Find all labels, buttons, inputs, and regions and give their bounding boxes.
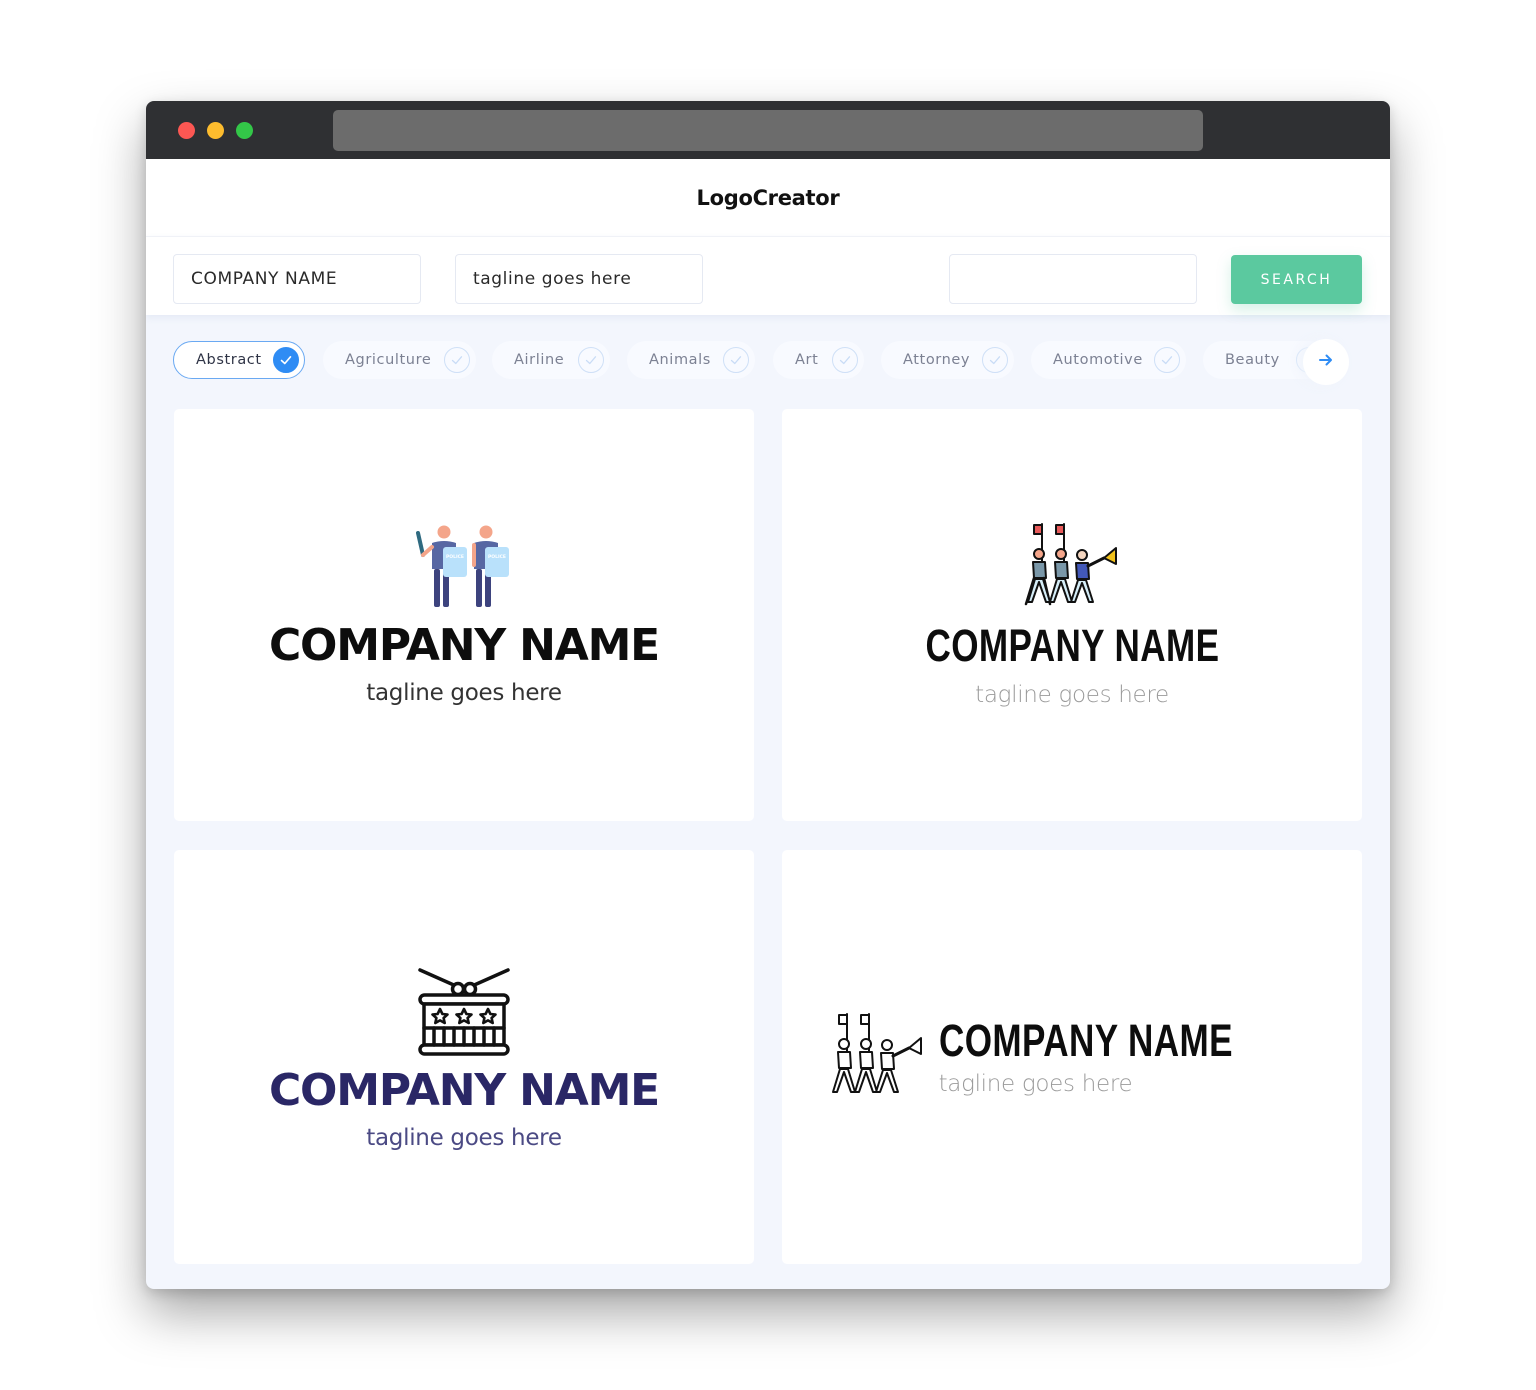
check-icon [723,347,749,373]
category-label: Agriculture [345,352,432,368]
category-label: Attorney [903,352,971,368]
brand-logo[interactable]: LogoCreator [697,186,840,210]
category-label: Abstract [196,352,262,368]
browser-window: LogoCreator COMPANY NAME tagline goes he… [146,101,1390,1289]
title-bar [146,101,1390,159]
check-icon [578,347,604,373]
check-icon [444,347,470,373]
company-name-text: COMPANY NAME [938,1014,1233,1066]
tagline-text: tagline goes here [938,1070,1133,1097]
marching-band-color-icon [1024,522,1120,613]
address-bar[interactable] [333,110,1203,151]
category-label: Art [795,352,819,368]
logo-lockup: COMPANY NAME tagline goes here [829,1012,1316,1103]
company-name-text: COMPANY NAME [268,619,660,671]
category-label: Beauty [1225,352,1280,368]
app-header: LogoCreator [146,159,1390,236]
category-label: Animals [649,352,711,368]
category-chip-abstract[interactable]: Abstract [173,341,305,379]
check-icon [982,347,1008,373]
category-label: Automotive [1053,352,1143,368]
svg-text:POLICE: POLICE [488,554,506,560]
riot-police-icon: POLICE POLICE [414,525,514,614]
category-chip-art[interactable]: Art [773,341,864,379]
snare-drum-icon [416,964,512,1061]
marching-band-outline-icon [829,1012,925,1103]
category-filter-bar: Abstract Agriculture Airline Animals Art [146,339,1390,385]
close-window-button[interactable] [178,122,195,139]
keyword-input[interactable] [949,254,1197,304]
logo-card[interactable]: COMPANY NAME tagline goes here [782,409,1362,821]
logo-card[interactable]: POLICE POLICE COMPANY NAME tagline goes … [174,409,754,821]
category-chip-automotive[interactable]: Automotive [1031,341,1186,379]
svg-text:POLICE: POLICE [446,554,464,560]
check-icon [1154,347,1180,373]
logo-card[interactable]: COMPANY NAME tagline goes here [782,850,1362,1264]
category-chip-agriculture[interactable]: Agriculture [323,341,476,379]
logo-card[interactable]: COMPANY NAME tagline goes here [174,850,754,1264]
maximize-window-button[interactable] [236,122,253,139]
category-chip-airline[interactable]: Airline [492,341,610,379]
check-icon [273,347,299,373]
company-name-text: COMPANY NAME [925,620,1219,671]
tagline-text: tagline goes here [975,682,1169,708]
company-name-input[interactable]: COMPANY NAME [173,254,421,304]
tagline-text: tagline goes here [366,679,562,706]
category-chip-animals[interactable]: Animals [627,341,755,379]
tagline-text: tagline goes here [366,1124,562,1151]
tagline-input[interactable]: tagline goes here [455,254,703,304]
category-label: Airline [514,352,565,368]
check-icon [832,347,858,373]
minimize-window-button[interactable] [207,122,224,139]
category-chip-attorney[interactable]: Attorney [881,341,1014,379]
search-button[interactable]: SEARCH [1231,255,1362,304]
scroll-categories-next-button[interactable] [1303,339,1349,385]
logo-text-block: COMPANY NAME tagline goes here [939,1018,1316,1097]
company-name-text: COMPANY NAME [268,1064,660,1116]
search-bar: COMPANY NAME tagline goes here SEARCH [146,236,1390,315]
arrow-right-icon [1318,353,1334,372]
